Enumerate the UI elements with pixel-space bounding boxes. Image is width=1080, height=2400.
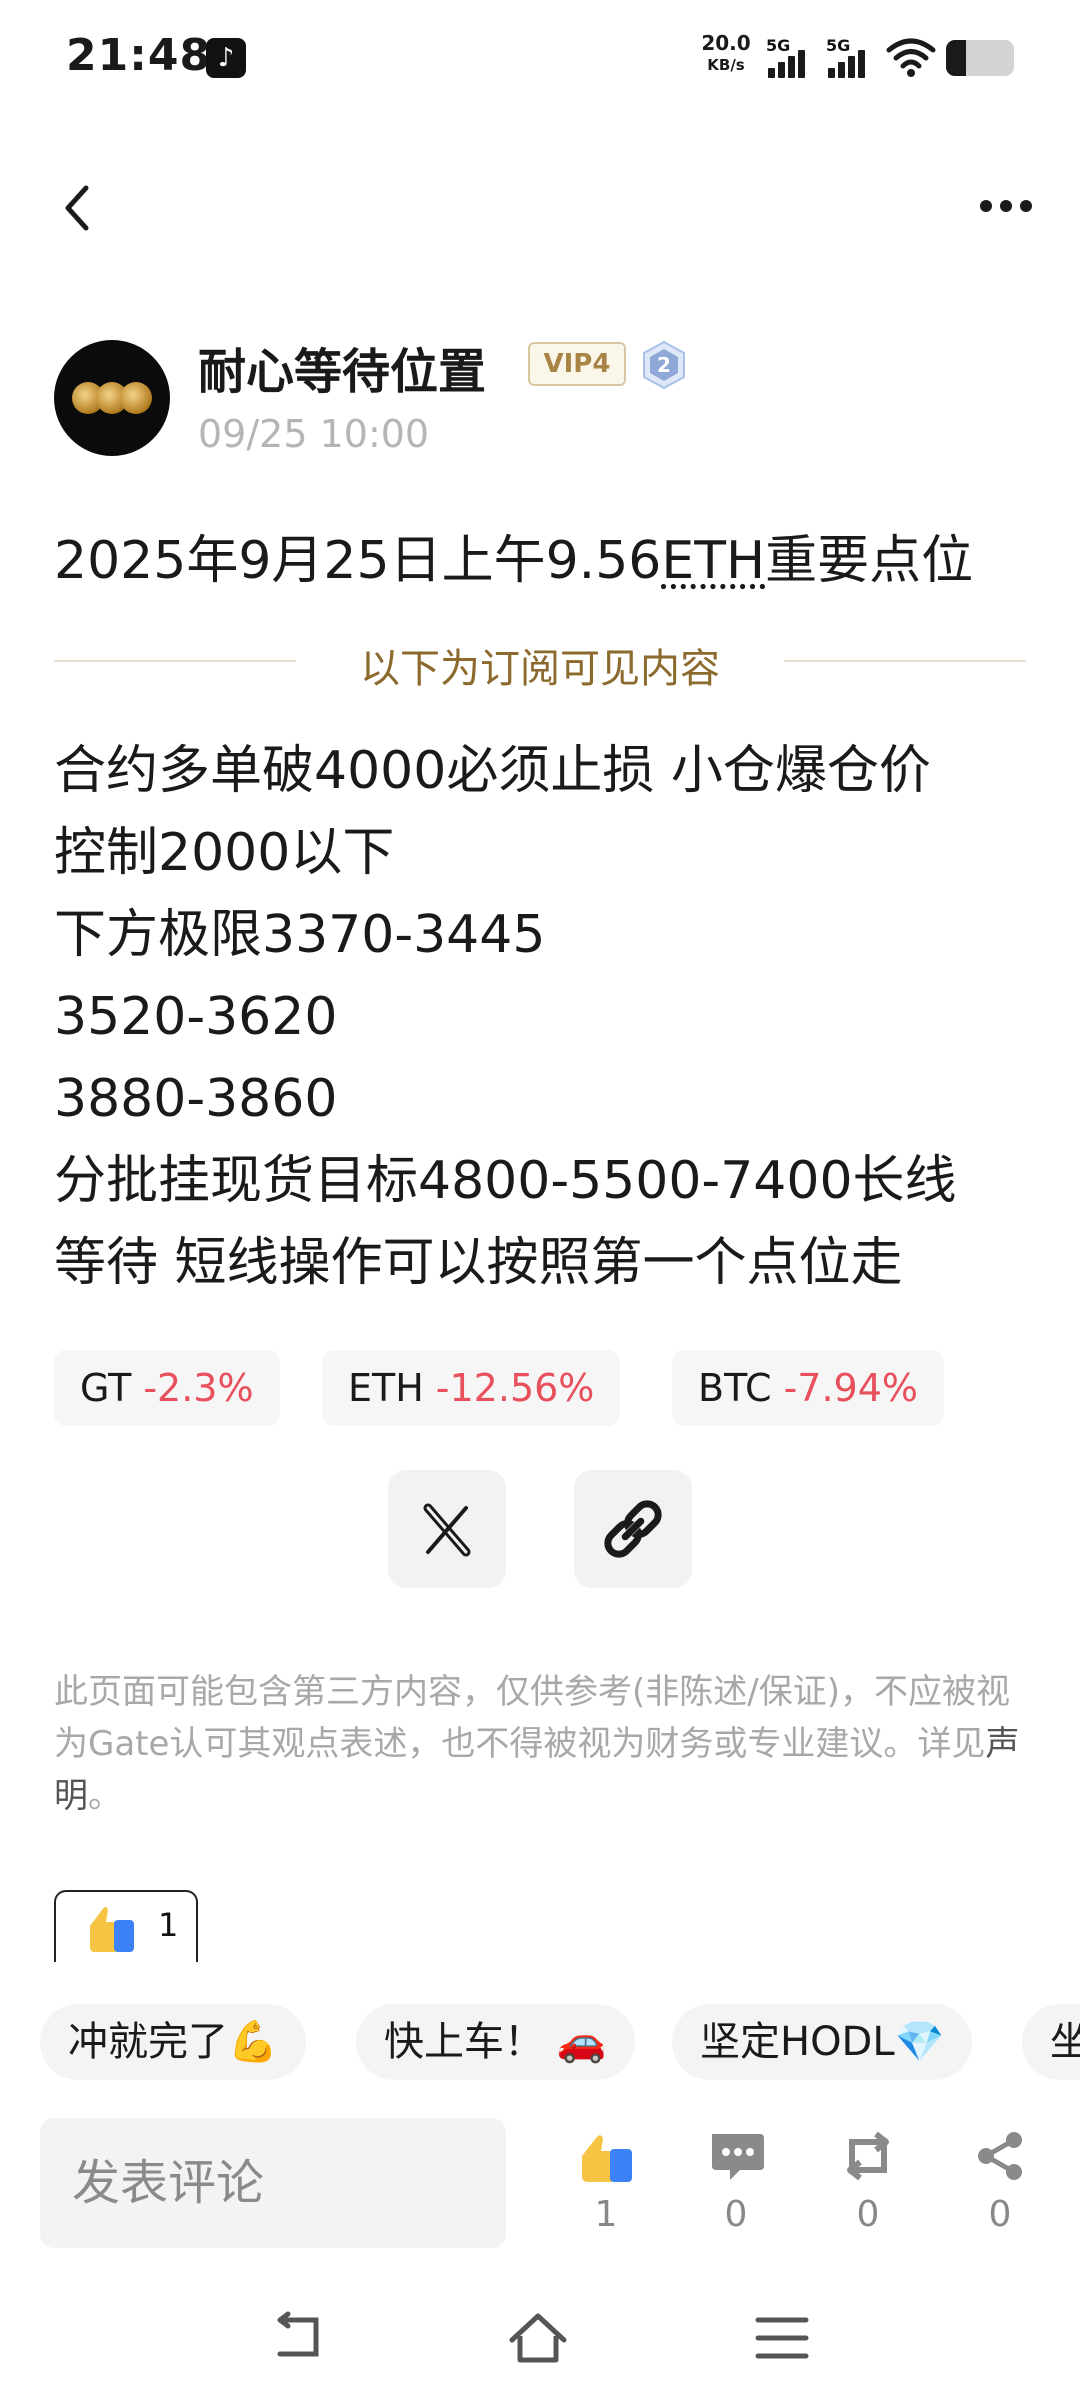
tiktok-notification-icon: ♪: [206, 38, 246, 78]
disclaimer-end: 。: [88, 1776, 122, 1816]
status-time: 21:48: [66, 30, 212, 81]
quick-comment-chip[interactable]: 坚定HODL💎: [672, 2004, 973, 2080]
ticker-change: -2.3%: [143, 1366, 254, 1410]
level-number: 2: [657, 353, 671, 377]
ticker-change: -12.56%: [435, 1366, 595, 1410]
quick-comment-chip[interactable]: 快上车！ 🚗: [356, 2004, 635, 2080]
quick-comment-chip[interactable]: 冲就完了💪: [40, 2004, 306, 2080]
subscriber-divider-text: 以下为订阅可见内容: [360, 646, 720, 692]
network-speed-value: 20.0: [701, 31, 751, 55]
subscriber-divider: 以下为订阅可见内容: [54, 636, 1026, 692]
post-time: 09/25 10:00: [198, 412, 430, 456]
share-to-x-button[interactable]: [388, 1470, 506, 1588]
repost-button[interactable]: 0: [828, 2120, 908, 2250]
share-count: 0: [988, 2194, 1012, 2235]
level-badge-icon: 2: [643, 340, 685, 390]
disclaimer-text: 此页面可能包含第三方内容，仅供参考(非陈述/保证)，不应被视为Gate认可其观点…: [54, 1672, 1010, 1764]
share-button[interactable]: 0: [960, 2120, 1040, 2250]
repost-count: 0: [856, 2194, 880, 2235]
menu-nav-icon[interactable]: [752, 2310, 812, 2366]
post-body-line: 分批挂现货目标4800-5500-7400长线: [54, 1151, 957, 1211]
post-body-line: 3520-3620: [54, 987, 338, 1047]
reaction-count: 1: [158, 1906, 179, 1944]
post-body-line: 合约多单破4000必须止损 小仓爆仓价: [54, 741, 931, 801]
post-body-line: 等待 短线操作可以按照第一个点位走: [54, 1233, 903, 1293]
back-nav-icon[interactable]: [270, 2310, 330, 2366]
signal-strength-icon: 5G: [826, 36, 876, 78]
ticker-eth[interactable]: ETH -12.56%: [322, 1350, 621, 1426]
ticker-btc[interactable]: BTC -7.94%: [672, 1350, 945, 1426]
home-nav-icon[interactable]: [508, 2310, 568, 2366]
ticker-symbol: ETH: [348, 1366, 424, 1410]
battery-level: [946, 40, 967, 76]
x-logo-icon: [423, 1503, 471, 1557]
signal-label: 5G: [766, 36, 791, 55]
post-body-line: 3880-3860: [54, 1069, 338, 1129]
thumbs-up-icon: [90, 1907, 134, 1952]
disclaimer: 此页面可能包含第三方内容，仅供参考(非陈述/保证)，不应被视为Gate认可其观点…: [54, 1666, 1026, 1822]
post-title: 2025年9月25日上午9.56ETH重要点位: [54, 518, 973, 593]
link-icon: [604, 1500, 662, 1558]
comment-button[interactable]: 0: [696, 2120, 776, 2250]
comment-icon: [712, 2134, 764, 2180]
comment-input[interactable]: 发表评论: [40, 2118, 506, 2248]
status-bar: 21:48 ♪ 20.0 KB/s 5G 5G: [0, 0, 1080, 110]
eth-token-link[interactable]: ETH: [661, 531, 765, 591]
ticker-gt[interactable]: GT -2.3%: [54, 1350, 280, 1426]
back-arrow-icon[interactable]: [56, 180, 100, 236]
post-body: 合约多单破4000必须止损 小仓爆仓价 控制2000以下 下方极限3370-34…: [54, 730, 1034, 1304]
ticker-symbol: GT: [80, 1366, 132, 1410]
battery-icon: [946, 40, 1014, 76]
signal-label: 5G: [826, 36, 851, 55]
ticker-change: -7.94%: [783, 1366, 919, 1410]
repost-icon: [847, 2131, 889, 2181]
share-icon: [978, 2132, 1022, 2180]
network-speed-unit: KB/s: [707, 56, 745, 74]
post-body-line: 下方极限3370-3445: [54, 905, 546, 965]
ticker-symbol: BTC: [698, 1366, 772, 1410]
network-speed: 20.0 KB/s: [698, 32, 754, 76]
comment-count: 0: [724, 2194, 748, 2235]
wifi-icon: [886, 38, 936, 77]
signal-strength-icon: 5G: [766, 36, 816, 78]
quick-comment-chip[interactable]: 坐: [1022, 2004, 1080, 2080]
author-name[interactable]: 耐心等待位置: [198, 332, 486, 402]
post-title-suffix: 重要点位: [765, 531, 974, 591]
avatar[interactable]: [54, 340, 170, 456]
post-title-prefix: 2025年9月25日上午9.56: [54, 531, 662, 591]
copy-link-button[interactable]: [574, 1470, 692, 1588]
thumbs-up-icon: [582, 2135, 632, 2182]
more-icon[interactable]: [976, 196, 1036, 216]
reaction-chip[interactable]: 1: [54, 1890, 198, 1962]
like-button[interactable]: 1: [566, 2120, 646, 2250]
vip-badge: VIP4: [528, 342, 626, 386]
like-count: 1: [594, 2194, 618, 2235]
post-body-line: 控制2000以下: [54, 823, 395, 883]
